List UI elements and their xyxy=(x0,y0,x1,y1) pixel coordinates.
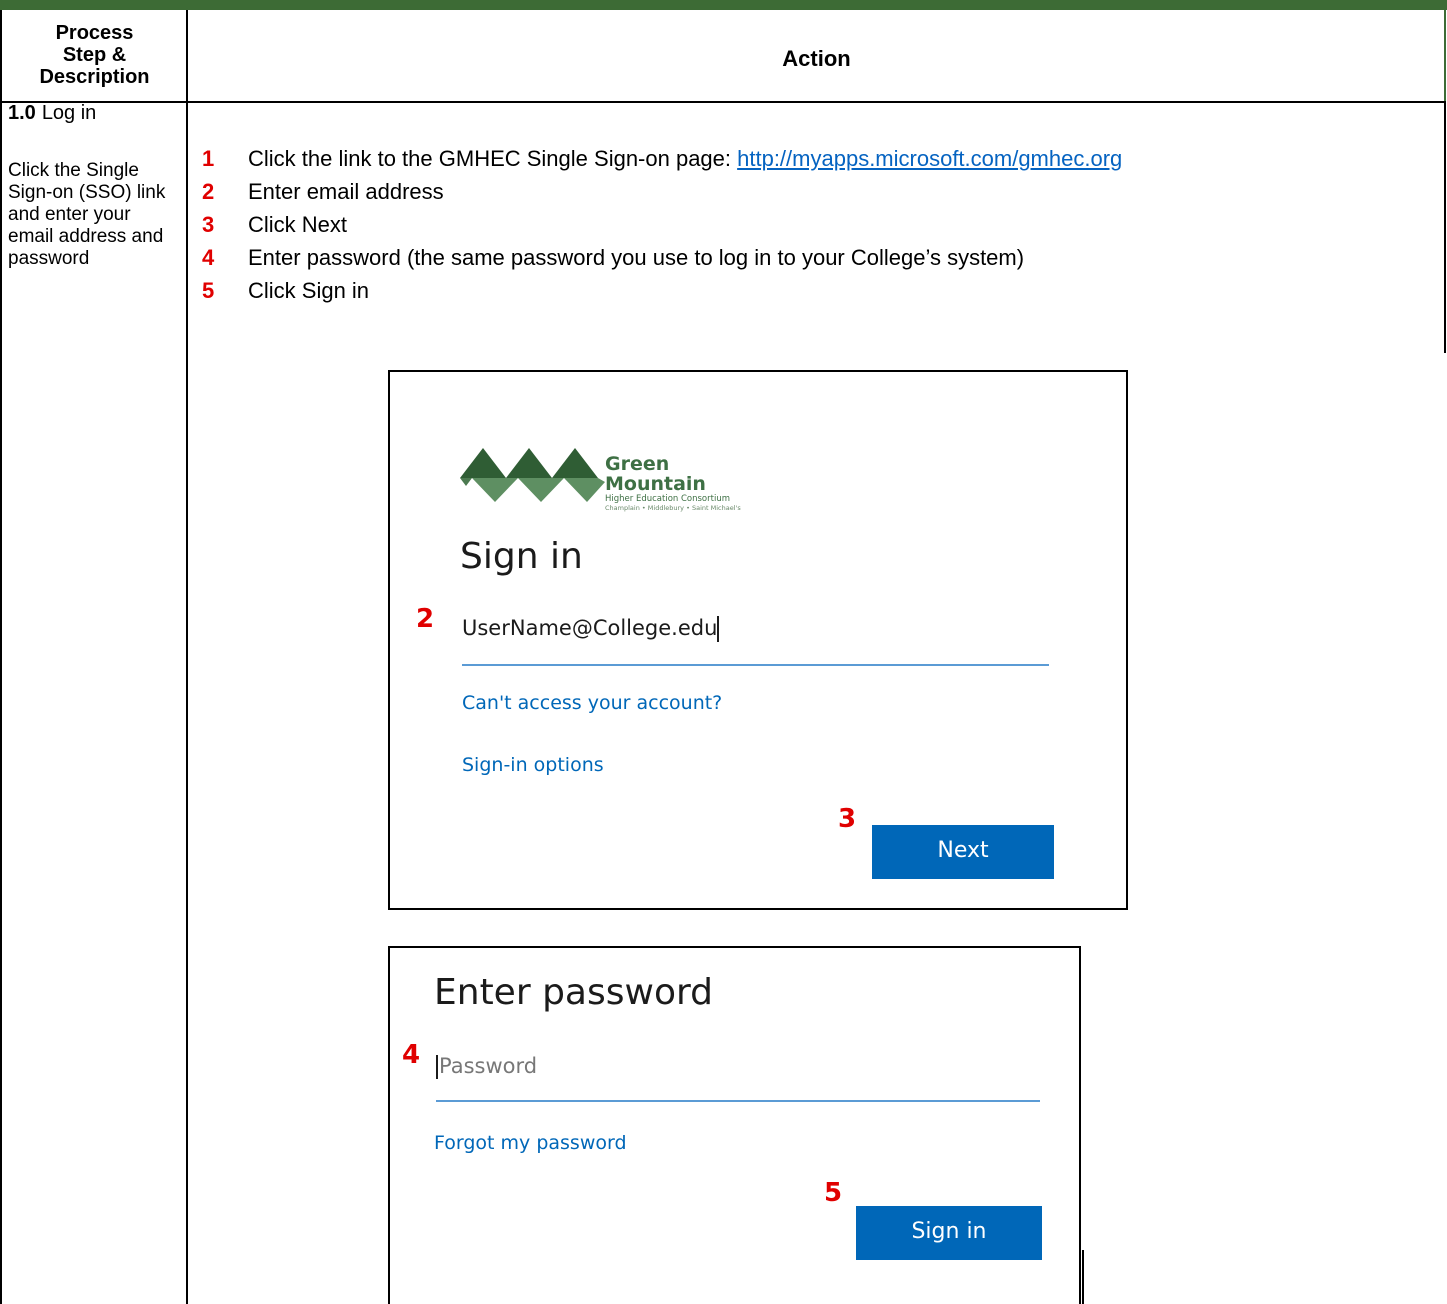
email-value: UserName@College.edu xyxy=(462,616,718,640)
step-title-text: Log in xyxy=(41,102,97,124)
action-number: 1 xyxy=(202,146,215,171)
step-number: 1.0 xyxy=(8,102,36,124)
callout-2: 2 xyxy=(416,604,435,634)
signin-button[interactable]: Sign in xyxy=(856,1206,1042,1260)
table-column-divider xyxy=(186,10,188,1304)
callout-3: 3 xyxy=(838,804,857,834)
action-number: 4 xyxy=(202,245,215,270)
action-item-4: 4 Enter password (the same password you u… xyxy=(202,241,1122,274)
password-title: Enter password xyxy=(434,972,713,1013)
logo-members: Champlain • Middlebury • Saint Michael's xyxy=(605,504,741,512)
forgot-password-link[interactable]: Forgot my password xyxy=(434,1132,627,1154)
text-cursor xyxy=(717,616,720,642)
password-placeholder: Password xyxy=(439,1054,538,1078)
column-header-action: Action xyxy=(782,46,851,71)
callout-4: 4 xyxy=(402,1040,421,1070)
action-number: 3 xyxy=(202,212,215,237)
action-item-2: 2 Enter email address xyxy=(202,175,1122,208)
action-number: 5 xyxy=(202,278,215,303)
header-row-divider xyxy=(0,101,1446,103)
password-screenshot-edge xyxy=(1082,1250,1084,1304)
action-text: Click Next xyxy=(248,212,348,237)
text-cursor xyxy=(436,1055,438,1079)
signin-title: Sign in xyxy=(460,536,583,577)
table-top-bar xyxy=(0,0,1447,10)
email-input[interactable]: UserName@College.edu xyxy=(462,616,1049,666)
table-left-border xyxy=(0,10,2,1304)
signin-options-link[interactable]: Sign-in options xyxy=(462,754,604,776)
green-mountain-logo: Green Mountain Higher Education Consorti… xyxy=(460,444,760,512)
cant-access-link[interactable]: Can't access your account? xyxy=(462,692,722,714)
action-text: Click the link to the GMHEC Single Sign-… xyxy=(248,146,738,171)
password-screenshot: Enter password 4 Password Forgot my pass… xyxy=(388,946,1081,1304)
column-header-step: Process Step & Description xyxy=(39,22,150,88)
action-text: Click Sign in xyxy=(248,278,370,303)
step-title: 1.0 Log in xyxy=(8,102,96,125)
sso-link[interactable]: http://myapps.microsoft.com/gmhec.org xyxy=(737,146,1122,171)
action-text: Enter password (the same password you us… xyxy=(248,245,1025,270)
logo-name: Green Mountain xyxy=(605,453,706,495)
action-item-1: 1 Click the link to the GMHEC Single Sign… xyxy=(202,142,1122,175)
logo-subtitle: Higher Education Consortium xyxy=(605,494,730,504)
password-input[interactable]: Password xyxy=(436,1054,1040,1102)
action-item-3: 3 Click Next xyxy=(202,208,1122,241)
signin-screenshot: Green Mountain Higher Education Consorti… xyxy=(388,370,1128,910)
action-list: 1 Click the link to the GMHEC Single Sign… xyxy=(202,142,1122,307)
step-description: Click the Single Sign-on (SSO) link and … xyxy=(8,160,166,269)
table-right-border-lower xyxy=(1444,103,1446,353)
mountain-logo-icon xyxy=(460,448,605,502)
next-button[interactable]: Next xyxy=(872,825,1054,879)
action-item-5: 5 Click Sign in xyxy=(202,274,1122,307)
action-number: 2 xyxy=(202,179,215,204)
action-text: Enter email address xyxy=(248,179,444,204)
callout-5: 5 xyxy=(824,1178,843,1208)
